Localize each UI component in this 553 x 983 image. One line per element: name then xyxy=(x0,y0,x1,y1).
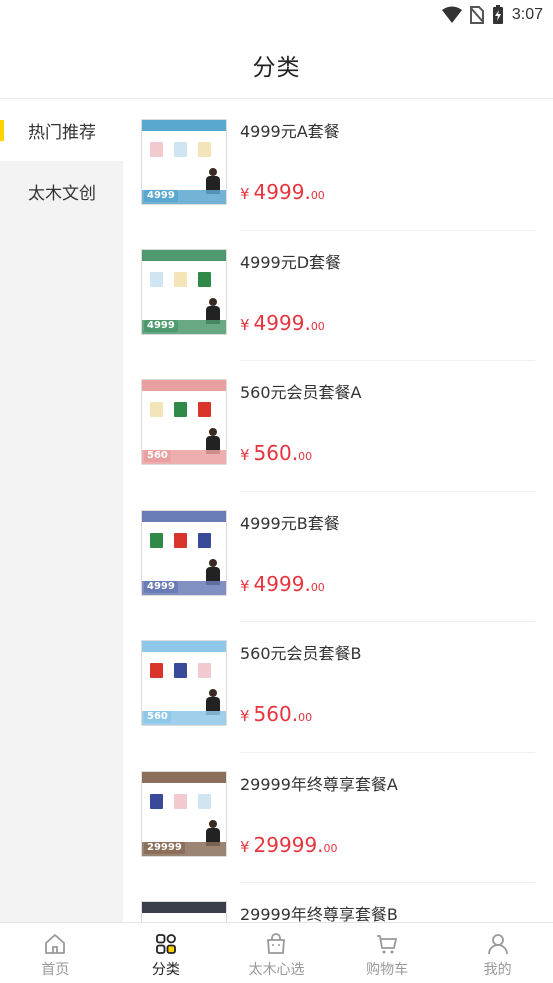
product-thumbnail[interactable]: 4999 xyxy=(141,248,227,335)
category-sidebar: 热门推荐 太木文创 xyxy=(0,100,123,922)
product-title[interactable]: 4999元D套餐 xyxy=(240,249,341,273)
sidebar-item-label: 太木文创 xyxy=(28,184,96,204)
sidebar-item-hot-recommend[interactable]: 热门推荐 xyxy=(0,100,123,161)
shopping-bag-icon xyxy=(267,933,286,954)
sidebar-item-taimu-creative[interactable]: 太木文创 xyxy=(0,161,123,222)
status-bar: 3:07 xyxy=(0,0,553,32)
currency-symbol: ¥ xyxy=(240,315,250,334)
wifi-icon xyxy=(441,6,462,24)
price-decimal: 00 xyxy=(298,450,313,463)
tab-taimu-select[interactable]: 太木心选 xyxy=(221,923,332,983)
product-thumbnail[interactable]: 560 xyxy=(141,379,227,465)
currency-symbol: ¥ xyxy=(240,576,250,595)
tab-label: 分类 xyxy=(151,962,180,978)
currency-symbol: ¥ xyxy=(240,446,250,464)
price-decimal: 00 xyxy=(298,711,313,724)
price-decimal: 00 xyxy=(310,189,325,202)
currency-symbol: ¥ xyxy=(240,185,250,203)
product-thumbnail[interactable]: 29999 xyxy=(141,901,227,922)
product-item[interactable]: 4999 4999元D套餐 ¥4999.00 xyxy=(123,231,553,361)
product-price: ¥4999.00 xyxy=(240,180,325,204)
sidebar-item-label: 热门推荐 xyxy=(28,123,96,143)
tab-label: 购物车 xyxy=(366,962,409,978)
currency-symbol: ¥ xyxy=(240,707,250,725)
tab-cart[interactable]: 购物车 xyxy=(332,923,443,983)
product-price: ¥560.00 xyxy=(240,702,312,726)
price-integer: 560. xyxy=(253,702,299,726)
product-item[interactable]: 29999 29999年终尊享套餐A ¥29999.00 xyxy=(123,753,553,883)
price-decimal: 00 xyxy=(310,580,325,594)
product-title[interactable]: 4999元A套餐 xyxy=(240,118,340,142)
product-price: ¥29999.00 xyxy=(240,833,338,857)
home-icon xyxy=(45,934,66,954)
price-integer: 4999. xyxy=(253,571,311,596)
tab-home[interactable]: 首页 xyxy=(0,923,111,983)
price-integer: 4999. xyxy=(253,180,311,204)
product-title[interactable]: 29999年终尊享套餐A xyxy=(240,771,398,795)
status-time: 3:07 xyxy=(511,6,543,23)
bottom-tab-bar: 首页 分类 太木心选 购物车 我的 xyxy=(0,922,553,983)
page-title: 分类 xyxy=(252,55,301,81)
currency-symbol: ¥ xyxy=(240,837,250,856)
price-integer: 29999. xyxy=(253,832,324,857)
product-price: ¥560.00 xyxy=(240,441,312,465)
product-title[interactable]: 4999元B套餐 xyxy=(240,510,340,534)
product-title[interactable]: 560元会员套餐B xyxy=(240,640,362,664)
battery-charging-icon xyxy=(492,5,504,25)
product-item[interactable]: 4999 4999元B套餐 ¥4999.00 xyxy=(123,492,553,622)
product-list[interactable]: 4999 4999元A套餐 ¥4999.00 4999 4999元D套餐 ¥4999.00… xyxy=(123,100,553,922)
price-decimal: 00 xyxy=(323,841,338,855)
tab-category[interactable]: 分类 xyxy=(111,923,222,983)
product-thumbnail[interactable]: 4999 xyxy=(141,509,227,596)
price-integer: 4999. xyxy=(253,310,311,335)
tab-mine[interactable]: 我的 xyxy=(442,923,553,983)
product-item[interactable]: 560 560元会员套餐A ¥560.00 xyxy=(123,361,553,492)
user-icon xyxy=(487,934,508,955)
product-item[interactable]: 2999929999年终尊享套餐B¥29999.00 xyxy=(123,883,553,922)
product-title[interactable]: 560元会员套餐A xyxy=(240,379,362,403)
product-thumbnail[interactable]: 560 xyxy=(141,640,227,726)
price-decimal: 00 xyxy=(310,319,325,333)
product-thumbnail[interactable]: 29999 xyxy=(141,770,227,857)
product-price: ¥4999.00 xyxy=(240,311,325,335)
product-thumbnail[interactable]: 4999 xyxy=(141,119,227,205)
product-price: ¥4999.00 xyxy=(240,572,325,596)
product-title[interactable]: 29999年终尊享套餐B xyxy=(240,901,398,922)
price-integer: 560. xyxy=(253,441,299,465)
no-sim-icon xyxy=(469,6,484,24)
category-grid-icon xyxy=(155,934,176,954)
product-item[interactable]: 560 560元会员套餐B ¥560.00 xyxy=(123,622,553,753)
tab-label: 我的 xyxy=(483,962,512,978)
cart-icon xyxy=(377,935,397,954)
tab-label: 太木心选 xyxy=(248,962,305,978)
page-header: 分类 xyxy=(0,32,553,99)
tab-label: 首页 xyxy=(41,962,70,978)
product-item[interactable]: 4999 4999元A套餐 ¥4999.00 xyxy=(123,100,553,231)
